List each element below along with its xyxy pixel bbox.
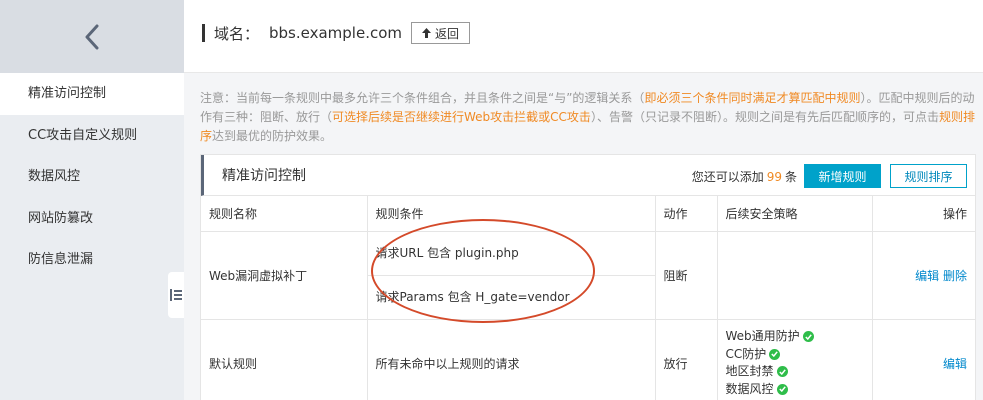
table-row: Web漏洞虚拟补丁 请求URL 包含 plugin.php 请求Params 包…	[201, 231, 975, 320]
sidebar-item-data-risk[interactable]: 数据风控	[0, 156, 184, 198]
notice-text: 注意：当前每一条规则中最多允许三个条件组合，并且条件之间是“与”的逻辑关系（即必…	[200, 89, 978, 146]
rule-action: 阻断	[655, 231, 718, 320]
rule-operations: 编辑 删除	[872, 231, 975, 320]
column-header-action: 动作	[655, 196, 718, 232]
rule-action: 放行	[655, 319, 718, 400]
notice-part-1: 注意：当前每一条规则中最多允许三个条件组合，并且条件之间是“与”的逻辑关系（	[200, 91, 645, 105]
domain-value: bbs.example.com	[269, 24, 403, 42]
check-circle-icon	[802, 331, 814, 343]
header-accent-bar	[202, 24, 205, 42]
quota-suffix: 条	[784, 169, 797, 184]
sidebar-item-cc-rules[interactable]: CC攻击自定义规则	[0, 115, 184, 157]
sidebar-item-anti-leak[interactable]: 防信息泄漏	[0, 239, 184, 281]
return-button[interactable]: 返回	[411, 22, 471, 44]
rules-table: 规则名称 规则条件 动作 后续安全策略 操作 Web漏洞虚拟补丁 请求URL 包…	[201, 196, 975, 400]
policy-label: 地区封禁	[725, 364, 774, 378]
back-button[interactable]	[0, 0, 184, 73]
check-circle-icon	[769, 348, 781, 360]
delete-link[interactable]: 删除	[943, 269, 967, 283]
collapse-list-icon	[170, 289, 182, 301]
quota-number: 99	[766, 169, 782, 184]
policy-item: 数据风控	[726, 381, 864, 399]
rule-policy: Web通用防护 CC防护 地区封禁 数据风控	[717, 319, 873, 400]
notice-highlight-2: 可选择后续是否继续进行Web攻击拦截或CC攻击	[332, 110, 591, 124]
table-header-row: 规则名称 规则条件 动作 后续安全策略 操作	[201, 196, 975, 232]
check-circle-icon	[776, 383, 788, 395]
rule-operations: 编辑	[872, 319, 975, 400]
policy-label: CC防护	[725, 346, 767, 361]
policy-item: CC防护	[726, 346, 864, 364]
main-content: 域名： bbs.example.com 返回 注意：当前每一条规则中最多允许三个…	[184, 0, 983, 400]
notice-highlight-1: 即必须三个条件同时满足才算匹配中规则	[644, 91, 861, 105]
return-label: 返回	[435, 26, 460, 41]
rule-name: Web漏洞虚拟补丁	[201, 231, 368, 320]
rule-condition: 所有未命中以上规则的请求	[367, 319, 656, 400]
sidebar-item-anti-tamper[interactable]: 网站防篡改	[0, 198, 184, 240]
sidebar: 精准访问控制 CC攻击自定义规则 数据风控 网站防篡改 防信息泄漏	[0, 0, 184, 400]
column-header-operations: 操作	[872, 196, 975, 232]
sort-rules-button[interactable]: 规则排序	[890, 164, 967, 188]
column-header-name: 规则名称	[201, 196, 368, 232]
return-arrow-icon	[422, 28, 432, 38]
column-header-conditions: 规则条件	[367, 196, 656, 232]
add-rule-button[interactable]: 新增规则	[804, 164, 881, 188]
rule-policy	[717, 231, 873, 320]
quota-prefix: 您还可以添加	[691, 169, 764, 184]
rule-condition: 请求URL 包含 plugin.php	[375, 245, 519, 260]
sidebar-item-access-control[interactable]: 精准访问控制	[0, 73, 184, 115]
edit-link[interactable]: 编辑	[943, 357, 967, 371]
rules-panel: 精准访问控制 您还可以添加 99 条 新增规则 规则排序 规则名称 规则条件 动作 …	[200, 154, 976, 400]
column-header-policy: 后续安全策略	[717, 196, 873, 232]
panel-title: 精准访问控制	[222, 168, 306, 184]
panel-tools: 您还可以添加 99 条 新增规则 规则排序	[692, 164, 967, 188]
domain-label: 域名：	[214, 24, 260, 43]
panel-header: 精准访问控制 您还可以添加 99 条 新增规则 规则排序	[201, 155, 975, 196]
policy-list: Web通用防护 CC防护 地区封禁 数据风控	[726, 324, 864, 400]
edit-link[interactable]: 编辑	[915, 269, 939, 283]
policy-item: Web通用防护	[726, 328, 864, 346]
policy-label: Web通用防护	[725, 329, 800, 343]
notice-part-3: ）、告警（只记录不阻断）。规则之间是有先后匹配顺序的，可点击	[590, 110, 939, 124]
table-row: 默认规则 所有未命中以上规则的请求 放行 Web通用防护 CC防护 地区封禁 数…	[201, 319, 975, 400]
check-circle-icon	[776, 366, 788, 378]
policy-item: 地区封禁	[726, 363, 864, 381]
quota-text: 您还可以添加 99 条	[692, 168, 797, 185]
rule-conditions: 请求URL 包含 plugin.php 请求Params 包含 H_gate=v…	[367, 231, 656, 320]
rule-condition: 请求Params 包含 H_gate=vendor	[367, 275, 655, 319]
notice-part-4: 达到最优的防护效果。	[212, 129, 333, 143]
policy-label: 数据风控	[725, 381, 774, 396]
chevron-left-icon	[85, 24, 99, 49]
sidebar-collapse-handle[interactable]	[162, 272, 184, 318]
sidebar-nav: 精准访问控制 CC攻击自定义规则 数据风控 网站防篡改 防信息泄漏	[0, 73, 184, 281]
rule-name: 默认规则	[201, 319, 368, 400]
header: 域名： bbs.example.com 返回	[184, 0, 983, 73]
